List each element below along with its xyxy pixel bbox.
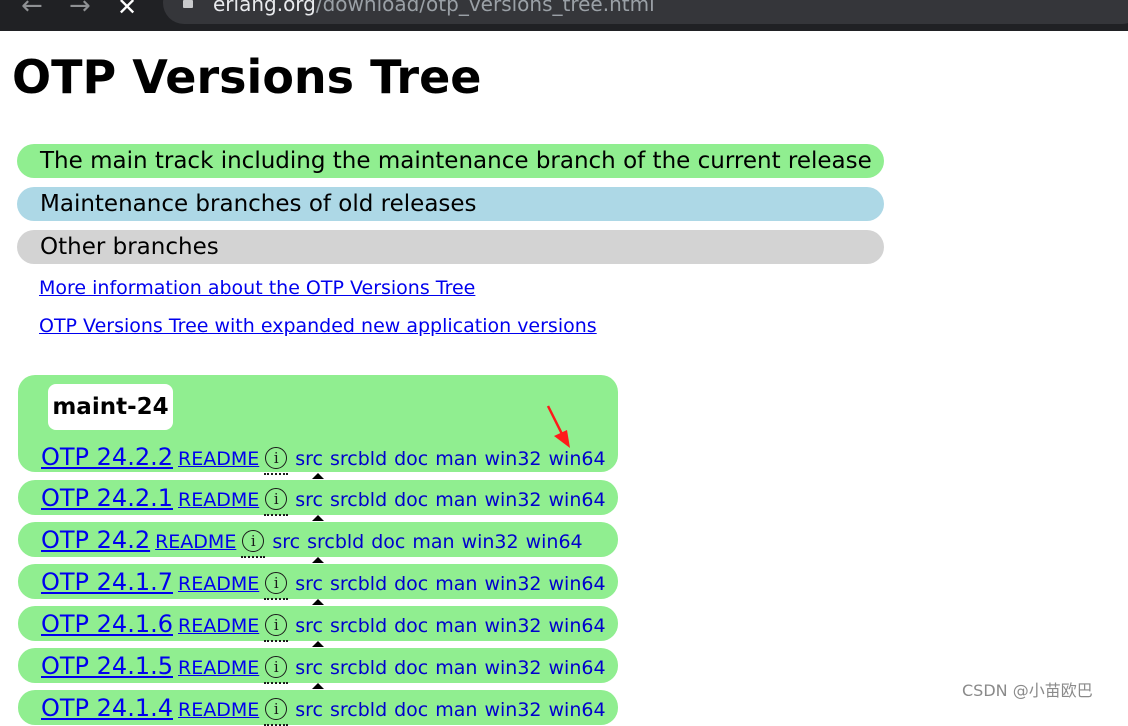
download-link-win32[interactable]: win32 (462, 531, 519, 553)
readme-link[interactable]: README (178, 448, 259, 470)
close-icon[interactable]: ✕ (117, 0, 137, 22)
release-version-link[interactable]: OTP 24.1.6 (41, 610, 173, 638)
download-link-doc[interactable]: doc (394, 573, 428, 595)
download-link-man[interactable]: man (435, 699, 477, 721)
download-link-srcbld[interactable]: srcbld (330, 489, 387, 511)
release-line: OTP 24.1.4 README i src srcbld doc man win32 win… (41, 693, 606, 726)
forward-arrow-icon[interactable]: → (69, 0, 91, 21)
more-info-link[interactable]: More information about the OTP Versions … (39, 276, 475, 300)
tree-connector-arrow (312, 473, 324, 479)
url-text[interactable]: erlang.org/download/otp_versions_tree.ht… (213, 0, 655, 17)
release-version-link[interactable]: OTP 24.2 (41, 526, 150, 554)
download-link-srcbld[interactable]: srcbld (307, 531, 364, 553)
release-line: OTP 24.1.6 README i src srcbld doc man win32 win… (41, 609, 606, 642)
release-line: OTP 24.2 README i src srcbld doc man win32 win64 (41, 525, 583, 558)
release-version-link[interactable]: OTP 24.1.7 (41, 568, 173, 596)
legend-other-branches: Other branches (17, 230, 884, 264)
download-link-src[interactable]: src (295, 448, 323, 470)
download-link-man[interactable]: man (412, 531, 454, 553)
download-link-srcbld[interactable]: srcbld (330, 573, 387, 595)
download-link-src[interactable]: src (295, 699, 323, 721)
tree-connector-arrow (312, 641, 324, 647)
release-version-link[interactable]: OTP 24.1.5 (41, 652, 173, 680)
download-link-srcbld[interactable]: srcbld (330, 615, 387, 637)
download-link-win64[interactable]: win64 (549, 615, 606, 637)
download-link-man[interactable]: man (435, 448, 477, 470)
readme-link[interactable]: README (178, 657, 259, 679)
info-icon[interactable]: i (264, 698, 289, 726)
download-link-src[interactable]: src (295, 657, 323, 679)
back-arrow-icon[interactable]: ← (21, 0, 43, 21)
release-version-link[interactable]: OTP 24.1.4 (41, 694, 173, 722)
download-link-win64[interactable]: win64 (549, 699, 606, 721)
download-link-win32[interactable]: win32 (484, 489, 541, 511)
annotation-arrow-icon (546, 405, 570, 448)
download-link-man[interactable]: man (435, 489, 477, 511)
info-icon[interactable]: i (264, 447, 289, 475)
info-icon[interactable]: i (264, 488, 289, 516)
tree-connector-arrow (312, 557, 324, 563)
download-link-srcbld[interactable]: srcbld (330, 448, 387, 470)
readme-link[interactable]: README (178, 699, 259, 721)
page-title: OTP Versions Tree (12, 50, 482, 104)
url-host: erlang.org (213, 0, 316, 16)
browser-toolbar: ← → ✕ erlang.org/download/otp_versions_t… (0, 0, 1128, 31)
release-line: OTP 24.2.2 README i src srcbld doc man win32 win… (41, 442, 606, 475)
watermark: CSDN @小苗欧巴 (962, 681, 1093, 700)
info-icon[interactable]: i (264, 572, 289, 600)
readme-link[interactable]: README (178, 489, 259, 511)
download-link-man[interactable]: man (435, 657, 477, 679)
readme-link[interactable]: README (155, 531, 236, 553)
expanded-versions-link[interactable]: OTP Versions Tree with expanded new appl… (39, 314, 597, 338)
info-icon[interactable]: i (264, 656, 289, 684)
download-link-win32[interactable]: win32 (484, 657, 541, 679)
download-link-win32[interactable]: win32 (484, 615, 541, 637)
release-line: OTP 24.2.1 README i src srcbld doc man win32 win… (41, 483, 606, 516)
download-link-win64[interactable]: win64 (549, 573, 606, 595)
download-link-src[interactable]: src (295, 615, 323, 637)
download-link-win32[interactable]: win32 (484, 448, 541, 470)
branch-label: maint-24 (48, 384, 173, 430)
release-version-link[interactable]: OTP 24.2.2 (41, 443, 173, 471)
lock-icon (183, 0, 193, 8)
readme-link[interactable]: README (178, 615, 259, 637)
info-icon[interactable]: i (264, 614, 289, 642)
download-link-doc[interactable]: doc (394, 657, 428, 679)
tree-connector-arrow (312, 683, 324, 689)
download-link-src[interactable]: src (272, 531, 300, 553)
download-link-doc[interactable]: doc (394, 448, 428, 470)
release-version-link[interactable]: OTP 24.2.1 (41, 484, 173, 512)
legend-old-releases: Maintenance branches of old releases (17, 187, 884, 221)
tree-connector-arrow (312, 599, 324, 605)
download-link-win64[interactable]: win64 (526, 531, 583, 553)
download-link-win64[interactable]: win64 (549, 657, 606, 679)
download-link-src[interactable]: src (295, 573, 323, 595)
readme-link[interactable]: README (178, 573, 259, 595)
download-link-srcbld[interactable]: srcbld (330, 699, 387, 721)
download-link-doc[interactable]: doc (394, 489, 428, 511)
info-icon[interactable]: i (241, 530, 266, 558)
release-line: OTP 24.1.7 README i src srcbld doc man win32 win… (41, 567, 606, 600)
download-link-win32[interactable]: win32 (484, 573, 541, 595)
download-link-src[interactable]: src (295, 489, 323, 511)
tree-connector-arrow (312, 515, 324, 521)
download-link-doc[interactable]: doc (394, 699, 428, 721)
download-link-doc[interactable]: doc (371, 531, 405, 553)
download-link-doc[interactable]: doc (394, 615, 428, 637)
download-link-win32[interactable]: win32 (484, 699, 541, 721)
download-link-man[interactable]: man (435, 573, 477, 595)
legend-main-track: The main track including the maintenance… (17, 144, 884, 178)
download-link-win64[interactable]: win64 (549, 489, 606, 511)
release-line: OTP 24.1.5 README i src srcbld doc man win32 win… (41, 651, 606, 684)
download-link-srcbld[interactable]: srcbld (330, 657, 387, 679)
url-path: /download/otp_versions_tree.html (315, 0, 655, 16)
download-link-man[interactable]: man (435, 615, 477, 637)
